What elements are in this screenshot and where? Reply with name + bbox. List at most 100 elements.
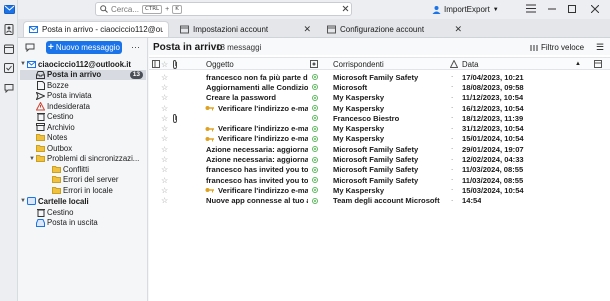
junk-status-icon[interactable]: ⋅ (451, 185, 453, 195)
column-date[interactable]: Data (462, 59, 478, 69)
message-row[interactable]: ☆ Azione necessaria: aggiorna I... Microso… (149, 154, 610, 164)
unread-dot-icon[interactable] (312, 196, 318, 206)
folder-local-errors[interactable]: Errori in locale (20, 185, 146, 196)
message-row[interactable]: ☆ Francesco Biestro ⋅ 18/12/2023, 11:39 (149, 113, 610, 123)
folder-account[interactable]: ▼ ciaociccio112@outlook.it (20, 59, 146, 70)
star-icon[interactable]: ☆ (161, 72, 168, 82)
chat-icon[interactable] (3, 82, 15, 94)
folder-outbox[interactable]: Outbox (20, 143, 146, 154)
unread-dot-icon[interactable] (312, 134, 318, 144)
star-icon[interactable]: ☆ (161, 144, 168, 154)
sort-direction-icon[interactable]: ▲ (575, 59, 581, 69)
search-box[interactable]: Cerca... CTRL + K (95, 2, 352, 16)
message-row[interactable]: ☆ Verificare l'indirizzo e-mail My Kaspers… (149, 134, 610, 144)
folder-local-trash[interactable]: Cestino (20, 207, 146, 218)
unread-dot-icon[interactable] (312, 72, 318, 82)
folder-trash[interactable]: Cestino (20, 112, 146, 123)
folder-inbox[interactable]: Posta in arrivo 13 (20, 69, 146, 80)
message-row[interactable]: ☆ francesco has invited you to ... Microso… (149, 165, 610, 175)
junk-status-icon[interactable]: ⋅ (451, 113, 453, 123)
folder-sent[interactable]: Posta inviata (20, 91, 146, 102)
unread-dot-icon[interactable] (312, 185, 318, 195)
folder-drafts[interactable]: Bozze (20, 80, 146, 91)
message-row[interactable]: ☆ francesco non fa più parte d... Microsof… (149, 72, 610, 82)
unread-dot-icon[interactable] (312, 113, 318, 123)
star-icon[interactable]: ☆ (161, 134, 168, 144)
junk-status-icon[interactable]: ⋅ (451, 124, 453, 134)
more-options-button[interactable]: ··· (131, 42, 140, 52)
column-correspondents[interactable]: Corrispondenti (333, 59, 384, 69)
star-icon[interactable]: ☆ (161, 175, 168, 185)
unread-dot-icon[interactable] (312, 93, 318, 103)
close-tab-icon[interactable]: ✕ (303, 24, 311, 35)
unread-dot-icon[interactable] (312, 124, 318, 134)
star-icon[interactable]: ☆ (161, 113, 168, 123)
message-row[interactable]: ☆ Azione necessaria: aggiorna I... Microso… (149, 144, 610, 154)
unread-dot-icon[interactable] (312, 82, 318, 92)
star-icon[interactable]: ☆ (161, 185, 168, 195)
unread-dot-icon[interactable] (312, 165, 318, 175)
junk-status-icon[interactable]: ⋅ (451, 175, 453, 185)
folder-junk[interactable]: Indesiderata (20, 101, 146, 112)
star-icon[interactable]: ☆ (161, 154, 168, 164)
address-book-icon[interactable] (3, 23, 15, 35)
collapse-icon[interactable]: ▼ (20, 198, 27, 204)
list-options-button[interactable]: ☰ (596, 42, 604, 53)
calendar-icon[interactable] (3, 43, 15, 55)
mail-icon[interactable] (3, 3, 15, 15)
collapse-icon[interactable]: ▼ (29, 156, 36, 162)
folder-notes[interactable]: Notes (20, 133, 146, 144)
unread-dot-icon[interactable] (312, 144, 318, 154)
new-message-button[interactable]: + Nuovo messaggio (46, 41, 122, 54)
column-picker-icon[interactable] (152, 59, 160, 69)
close-tab-icon[interactable]: ✕ (454, 24, 462, 35)
junk-status-icon[interactable]: ⋅ (451, 165, 453, 175)
junk-status-icon[interactable]: ⋅ (451, 144, 453, 154)
folder-archive[interactable]: Archivio (20, 122, 146, 133)
minimize-button[interactable] (545, 2, 559, 16)
tasks-icon[interactable] (3, 62, 15, 74)
message-row[interactable]: ☆ Verificare l'indirizzo e-mail My Kaspers… (149, 185, 610, 195)
junk-status-icon[interactable]: ⋅ (451, 82, 453, 92)
column-options-icon[interactable] (594, 59, 602, 69)
close-window-button[interactable] (588, 2, 602, 16)
junk-status-icon[interactable]: ⋅ (451, 93, 453, 103)
quick-filter-button[interactable]: Filtro veloce (530, 42, 584, 53)
collapse-icon[interactable]: ▼ (20, 61, 27, 67)
star-icon[interactable]: ☆ (161, 196, 168, 206)
account-menu-button[interactable]: ImportExport ▼ (432, 3, 499, 16)
app-menu-icon[interactable] (526, 4, 536, 13)
junk-status-icon[interactable]: ⋅ (451, 154, 453, 164)
star-icon[interactable]: ☆ (161, 124, 168, 134)
star-icon[interactable]: ☆ (161, 165, 168, 175)
maximize-button[interactable] (565, 2, 579, 16)
thread-column-icon[interactable] (310, 59, 318, 69)
attachment-column-icon[interactable] (172, 59, 178, 69)
junk-status-icon[interactable]: ⋅ (451, 196, 453, 206)
unread-dot-icon[interactable] (312, 154, 318, 164)
star-icon[interactable]: ☆ (161, 103, 168, 113)
search-clear-icon[interactable] (342, 5, 349, 12)
message-row[interactable]: ☆ Verificare l'indirizzo e-mail My Kaspers… (149, 103, 610, 113)
column-subject[interactable]: Oggetto (206, 59, 234, 69)
unread-dot-icon[interactable] (312, 103, 318, 113)
tab-inbox[interactable]: Posta in arrivo - ciaociccio112@outlook.… (23, 21, 169, 37)
folder-mode-icon[interactable] (25, 43, 35, 52)
message-row[interactable]: ☆ Nuove app connesse al tuo a... Team degl… (149, 196, 610, 206)
tab-account-setup[interactable]: Configurazione account ✕ (322, 21, 467, 37)
tab-account-settings[interactable]: Impostazioni account ✕ (175, 21, 316, 37)
folder-local-outbox[interactable]: Posta in uscita (20, 218, 146, 229)
star-column-icon[interactable]: ☆ (161, 59, 168, 69)
message-row[interactable]: ☆ francesco has invited you to ... Microso… (149, 175, 610, 185)
folder-sync-problems[interactable]: ▼ Problemi di sincronizzazi... (20, 154, 146, 165)
junk-status-icon[interactable]: ⋅ (451, 103, 453, 113)
junk-status-icon[interactable]: ⋅ (451, 72, 453, 82)
folder-conflicts[interactable]: Conflitti (20, 164, 146, 175)
junk-column-icon[interactable] (450, 59, 458, 69)
star-icon[interactable]: ☆ (161, 82, 168, 92)
star-icon[interactable]: ☆ (161, 93, 168, 103)
message-row[interactable]: ☆ Aggiornamenti alle Condizio... Microsoft… (149, 82, 610, 92)
message-row[interactable]: ☆ Creare la password My Kaspersky ⋅ 11/12/20… (149, 93, 610, 103)
message-row[interactable]: ☆ Verificare l'indirizzo e-mail My Kaspers… (149, 124, 610, 134)
junk-status-icon[interactable]: ⋅ (451, 134, 453, 144)
